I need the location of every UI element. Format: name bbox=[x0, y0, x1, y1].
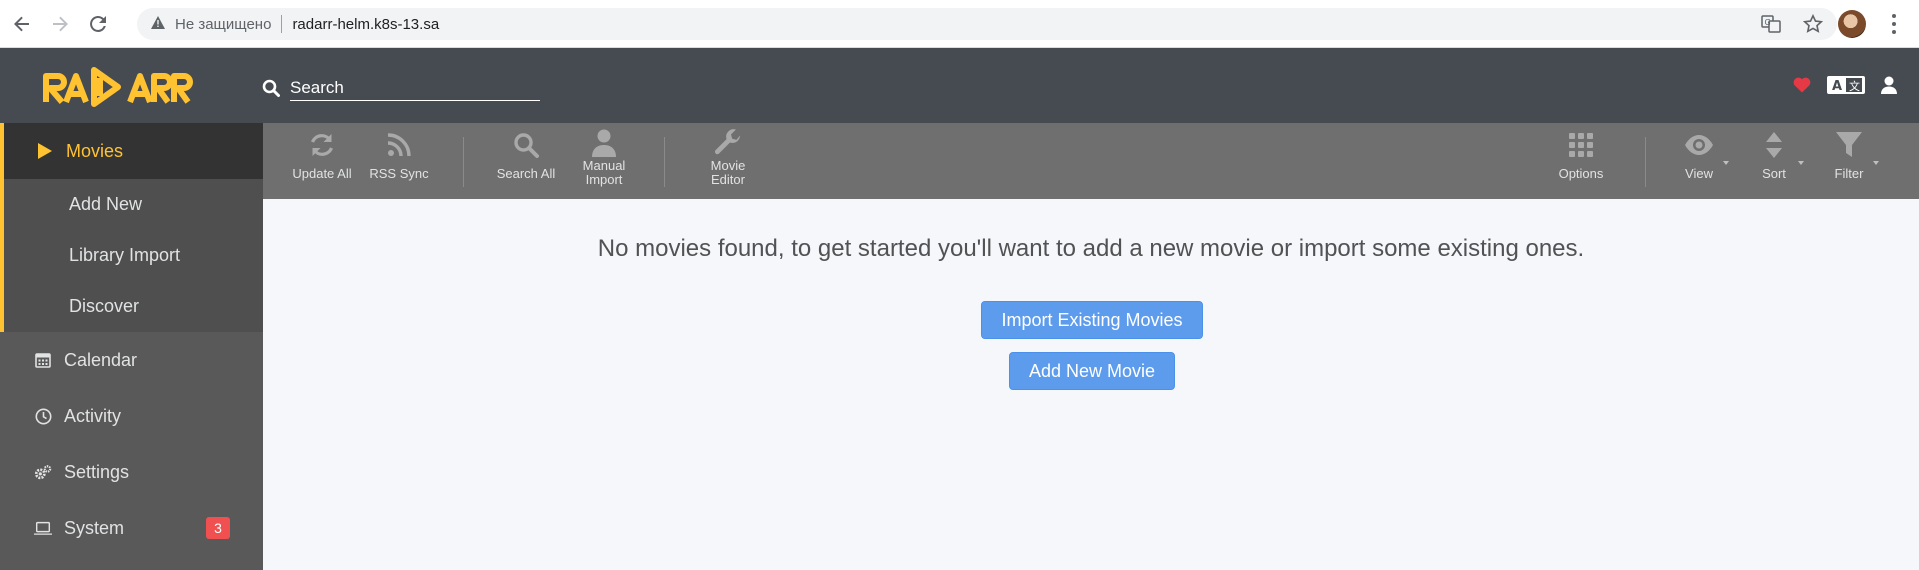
reload-button[interactable] bbox=[82, 8, 114, 40]
rss-icon bbox=[387, 123, 411, 167]
sidebar-item-label: Discover bbox=[69, 296, 140, 316]
chevron-down-icon bbox=[1873, 161, 1879, 165]
sidebar-item-label: Activity bbox=[64, 405, 122, 426]
svg-text:A: A bbox=[1832, 79, 1842, 94]
forward-button[interactable] bbox=[44, 8, 76, 40]
browser-toolbar: Не защищено radarr-helm.k8s-13.sa G bbox=[0, 0, 1919, 48]
rss-sync-label: RSS Sync bbox=[369, 166, 429, 181]
toolbar-divider bbox=[1645, 137, 1646, 187]
sidebar-item-add-new[interactable]: Add New bbox=[4, 179, 263, 230]
status-badge: 3 bbox=[206, 517, 230, 539]
insecure-label: Не защищено bbox=[175, 15, 272, 33]
main-content: No movies found, to get started you'll w… bbox=[263, 199, 1919, 570]
search-input[interactable] bbox=[290, 75, 540, 101]
play-icon bbox=[36, 142, 54, 160]
clock-icon bbox=[34, 407, 52, 425]
sort-menu-button[interactable]: Sort bbox=[1742, 123, 1806, 199]
bookmark-star-icon[interactable] bbox=[1803, 14, 1823, 34]
translate-icon[interactable]: A文 bbox=[1827, 76, 1865, 94]
sidebar-item-settings[interactable]: Settings bbox=[0, 444, 263, 500]
back-arrow-icon bbox=[14, 16, 29, 31]
svg-text:G: G bbox=[1765, 18, 1771, 27]
sidebar-item-movies[interactable]: Movies bbox=[4, 123, 263, 179]
sidebar-item-label: Settings bbox=[64, 461, 130, 482]
divider bbox=[281, 15, 283, 33]
movie-editor-label-line2: Editor bbox=[711, 172, 745, 187]
sort-label: Sort bbox=[1762, 166, 1786, 181]
search-icon bbox=[513, 123, 539, 167]
view-menu-button[interactable]: View bbox=[1667, 123, 1731, 199]
sort-icon bbox=[1765, 123, 1783, 167]
radarr-logo[interactable] bbox=[42, 62, 197, 110]
reload-icon bbox=[90, 15, 106, 32]
svg-text:文: 文 bbox=[1849, 79, 1860, 93]
toolbar-divider bbox=[463, 137, 464, 187]
grid-icon bbox=[1568, 123, 1594, 167]
wrench-icon bbox=[714, 123, 742, 159]
search-bar bbox=[262, 75, 540, 101]
sidebar-item-discover[interactable]: Discover bbox=[4, 281, 263, 332]
laptop-icon bbox=[34, 519, 52, 537]
search-all-label: Search All bbox=[496, 166, 556, 181]
rss-sync-button[interactable]: RSS Sync bbox=[367, 123, 431, 199]
calendar-icon bbox=[34, 351, 52, 369]
options-label: Options bbox=[1558, 166, 1604, 181]
translate-icon[interactable]: G bbox=[1761, 14, 1781, 34]
import-existing-movies-button[interactable]: Import Existing Movies bbox=[981, 301, 1203, 339]
manual-import-label: Manual bbox=[582, 158, 626, 173]
sidebar-item-label: Add New bbox=[69, 194, 143, 214]
user-icon bbox=[592, 123, 616, 159]
sidebar-item-label: System bbox=[64, 517, 125, 538]
eye-icon bbox=[1684, 123, 1714, 167]
sidebar-item-label: Library Import bbox=[69, 245, 181, 265]
heart-icon[interactable] bbox=[1793, 77, 1811, 93]
header-icons: A文 bbox=[1793, 76, 1897, 94]
filter-label: Filter bbox=[1834, 166, 1864, 181]
search-all-button[interactable]: Search All bbox=[493, 123, 559, 199]
sidebar-item-system[interactable]: System 3 bbox=[0, 500, 263, 556]
warning-icon bbox=[151, 16, 165, 32]
toolbar-divider bbox=[664, 137, 665, 187]
browser-menu-icon[interactable] bbox=[1884, 12, 1904, 36]
chevron-down-icon bbox=[1723, 161, 1729, 165]
sidebar-item-label: Movies bbox=[66, 140, 124, 161]
cogs-icon bbox=[34, 463, 52, 481]
url-text: radarr-helm.k8s-13.sa bbox=[292, 15, 440, 33]
manual-import-label-line2: Import bbox=[585, 172, 623, 187]
address-bar[interactable]: Не защищено radarr-helm.k8s-13.sa G bbox=[137, 8, 1837, 40]
sidebar-item-library-import[interactable]: Library Import bbox=[4, 230, 263, 281]
sidebar-item-calendar[interactable]: Calendar bbox=[0, 332, 263, 388]
movie-editor-label: Movie bbox=[710, 158, 746, 173]
page-toolbar: Update All RSS Sync Search All Manual Im… bbox=[263, 123, 1919, 199]
add-new-movie-button[interactable]: Add New Movie bbox=[1009, 352, 1175, 390]
movie-editor-button[interactable]: Movie Editor bbox=[695, 123, 761, 199]
options-button[interactable]: Options bbox=[1549, 123, 1613, 199]
profile-avatar[interactable] bbox=[1838, 10, 1866, 38]
filter-icon bbox=[1835, 123, 1863, 167]
view-label: View bbox=[1685, 166, 1713, 181]
sidebar-item-activity[interactable]: Activity bbox=[0, 388, 263, 444]
refresh-icon bbox=[308, 123, 336, 167]
chevron-down-icon bbox=[1798, 161, 1804, 165]
movies-section: Movies Add New Library Import Discover bbox=[0, 123, 263, 332]
sidebar-item-label: Calendar bbox=[64, 349, 138, 370]
search-icon bbox=[262, 79, 280, 97]
user-icon[interactable] bbox=[1881, 76, 1897, 94]
empty-state-message: No movies found, to get started you'll w… bbox=[597, 235, 1585, 262]
app-header: A文 bbox=[0, 48, 1919, 123]
update-all-button[interactable]: Update All bbox=[290, 123, 354, 199]
filter-menu-button[interactable]: Filter bbox=[1817, 123, 1881, 199]
forward-arrow-icon bbox=[53, 16, 68, 31]
sidebar: Movies Add New Library Import Discover C… bbox=[0, 123, 263, 570]
update-all-label: Update All bbox=[292, 166, 352, 181]
manual-import-button[interactable]: Manual Import bbox=[571, 123, 637, 199]
back-button[interactable] bbox=[6, 8, 38, 40]
